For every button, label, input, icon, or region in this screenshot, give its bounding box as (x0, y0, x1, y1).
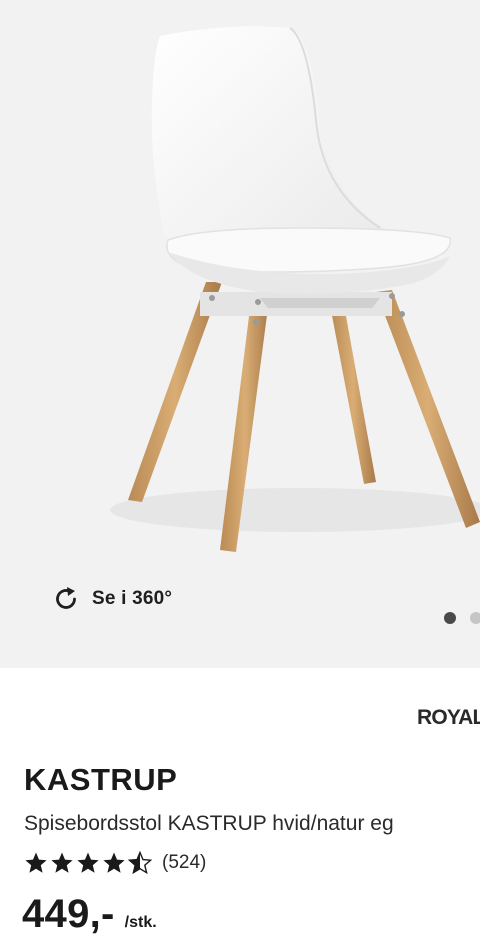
gallery-pagination (444, 612, 480, 624)
star-full-icon (51, 852, 73, 873)
brand-logo[interactable]: ROYAL (417, 706, 480, 730)
product-description: Spisebordsstol KASTRUP hvid/natur eg (24, 812, 394, 835)
product-image-gallery[interactable]: Se i 360° (0, 0, 480, 668)
star-full-icon (77, 852, 99, 873)
view-360-label: Se i 360° (92, 588, 173, 609)
price-unit: /stk. (124, 914, 157, 931)
rating-count[interactable]: (524) (162, 852, 206, 874)
rotate-icon (56, 587, 76, 609)
product-price: 449,- (22, 892, 115, 936)
product-rating[interactable]: (524) (24, 851, 206, 875)
product-title: KASTRUP (24, 762, 178, 797)
price-row: 449,- /stk. (22, 892, 157, 937)
product-image-chair (110, 26, 480, 552)
view-360-button[interactable]: Se i 360° (52, 585, 172, 613)
pagination-dot[interactable] (470, 612, 480, 624)
star-full-icon (103, 852, 125, 873)
star-full-icon (25, 852, 47, 873)
rating-stars (24, 851, 152, 875)
star-half-icon (128, 851, 152, 875)
pagination-dot-active[interactable] (444, 612, 456, 624)
